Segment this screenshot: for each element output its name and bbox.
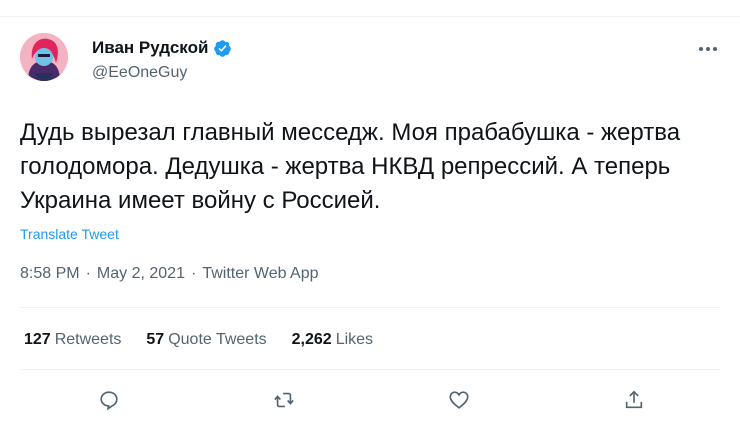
divider [20, 307, 720, 308]
meta-separator: · [85, 265, 91, 282]
top-divider [0, 16, 740, 17]
tweet-source[interactable]: Twitter Web App [202, 265, 318, 283]
retweets-count: 127 [24, 331, 51, 348]
verified-badge-icon [213, 39, 232, 58]
author-name[interactable]: Иван Рудской [92, 38, 208, 58]
tweet-text: Дудь вырезал главный месседж. Моя прабаб… [20, 119, 681, 214]
author-handle[interactable]: @EeOneGuy [92, 64, 187, 82]
quote-tweets-stat[interactable]: 57 Quote Tweets [146, 331, 266, 349]
quotes-count: 57 [146, 331, 165, 348]
retweets-label: Retweets [54, 331, 122, 348]
quotes-label: Quote Tweets [168, 331, 267, 348]
translate-tweet-link[interactable]: Translate Tweet [20, 226, 119, 242]
engagement-stats: 127 Retweets 57 Quote Tweets 2,262 Likes [24, 331, 398, 349]
avatar-image [20, 33, 68, 81]
likes-label: Likes [335, 331, 374, 348]
divider [20, 369, 720, 370]
retweet-icon[interactable] [273, 389, 299, 415]
avatar[interactable] [20, 33, 68, 81]
author-row: Иван Рудской [92, 38, 232, 58]
share-icon[interactable] [623, 389, 649, 415]
meta-separator: · [190, 265, 197, 282]
likes-stat[interactable]: 2,262 Likes [292, 331, 373, 349]
likes-count: 2,262 [291, 331, 332, 348]
reply-icon[interactable] [98, 389, 124, 415]
tweet-time[interactable]: 8:58 PM [20, 265, 80, 283]
tweet-actions [0, 386, 740, 418]
retweets-stat[interactable]: 127 Retweets [24, 331, 121, 349]
tweet-date[interactable]: May 2, 2021 [97, 265, 185, 283]
tweet-meta: 8:58 PM · May 2, 2021 · Twitter Web App [20, 265, 319, 283]
more-horizontal-icon[interactable] [698, 36, 718, 57]
heart-icon[interactable] [448, 389, 474, 415]
